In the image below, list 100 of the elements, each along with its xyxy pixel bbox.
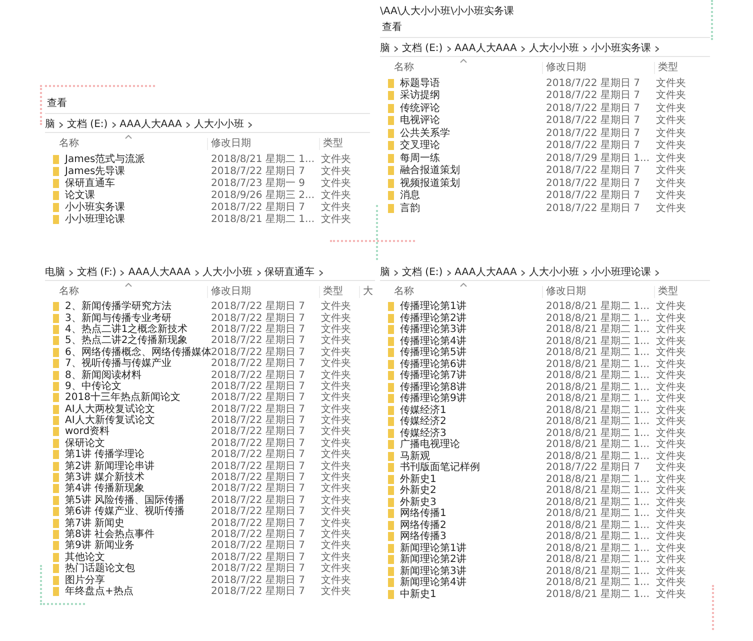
file-name[interactable]: 传播理论第4讲 [400, 336, 466, 347]
file-name[interactable]: 6、网络传播概念、网络传播媒体 [65, 346, 212, 358]
file-name[interactable]: 交叉理论 [400, 140, 440, 152]
breadcrumb-item[interactable]: AAA人大AAA [120, 118, 182, 130]
column-header[interactable]: 大 [359, 286, 373, 298]
file-name[interactable]: 热门话题论文包 [65, 563, 135, 574]
file-name[interactable]: 网络传播3 [400, 531, 446, 542]
file-name[interactable]: 广播电视理论 [400, 439, 460, 450]
file-name[interactable]: 第5讲 风险传播、国际传播 [65, 494, 185, 506]
column-header[interactable]: 名称 [45, 286, 207, 298]
file-name[interactable]: 网络传播2 [400, 520, 446, 531]
breadcrumb-item[interactable]: 保研直通车 [264, 266, 314, 278]
file-name[interactable]: 传播理论第7讲 [400, 370, 466, 382]
file-name[interactable]: 第9讲 新闻业务 [65, 540, 135, 552]
file-name[interactable]: 新闻理论第1讲 [400, 542, 466, 554]
file-name[interactable]: 传播理论第5讲 [400, 347, 466, 358]
file-name[interactable]: 第7讲 新闻史 [65, 518, 125, 529]
file-name[interactable]: 新闻理论第4讲 [400, 577, 466, 588]
file-name[interactable]: 第8讲 社会热点事件 [65, 529, 155, 540]
file-name[interactable]: 2018十三年热点新闻论文 [65, 392, 180, 404]
column-header[interactable]: 修改日期 [207, 286, 319, 298]
menu-item[interactable]: 查看 [382, 22, 402, 34]
file-name[interactable]: 9、中传论文 [65, 380, 122, 392]
column-header[interactable]: 类型 [654, 62, 694, 74]
file-name[interactable]: 外新史1 [400, 474, 436, 485]
column-header[interactable]: 类型 [319, 138, 359, 150]
file-name[interactable]: word资料 [65, 426, 110, 438]
column-header[interactable]: 名称 [45, 138, 207, 150]
file-name[interactable]: 传播理论第1讲 [400, 301, 466, 312]
file-name[interactable]: 视频报道策划 [400, 178, 460, 189]
menu-item[interactable]: 查看 [47, 98, 67, 110]
column-header[interactable]: 类型 [654, 286, 694, 298]
file-name[interactable]: 传播理论第2讲 [400, 312, 466, 324]
breadcrumb-item[interactable]: 文档 (E:) [402, 42, 443, 54]
file-name[interactable]: 7、视听传播与传媒产业 [65, 358, 172, 370]
breadcrumb-item[interactable]: AAA人大AAA [454, 266, 517, 278]
file-name[interactable]: 传播理论第3讲 [400, 324, 466, 336]
file-name[interactable]: 年终盘点+热点 [65, 586, 134, 597]
breadcrumb-item[interactable]: AAA人大AAA [454, 42, 517, 54]
file-name[interactable]: 第2讲 新闻理论串讲 [65, 460, 155, 472]
breadcrumb-item[interactable]: 电脑 [45, 266, 65, 278]
breadcrumb-item[interactable]: AAA人大AAA [128, 266, 190, 278]
file-name[interactable]: 小小班理论课 [65, 214, 125, 224]
file-name[interactable]: 传媒经济2 [400, 416, 446, 428]
file-name[interactable]: 公共关系学 [400, 128, 450, 139]
file-name[interactable]: 外新史2 [400, 485, 436, 496]
file-name[interactable]: 第4讲 传播新现象 [65, 483, 145, 494]
breadcrumb-item[interactable]: 脑 [380, 42, 390, 54]
file-name[interactable]: 传媒经济1 [400, 404, 446, 416]
breadcrumb-item[interactable]: 小小班理论课 [590, 266, 651, 278]
file-name[interactable]: 8、新闻阅读材料 [65, 370, 142, 381]
file-name[interactable]: 外新史3 [400, 496, 436, 508]
column-header[interactable]: 类型 [319, 286, 359, 298]
file-name[interactable]: AI人大两校复试论文 [65, 404, 155, 415]
file-name[interactable]: 传媒经济3 [400, 428, 446, 439]
file-name[interactable]: 3、新闻与传播专业考研 [65, 312, 172, 324]
breadcrumb-item[interactable]: 文档 (F:) [77, 266, 116, 278]
file-name[interactable]: 消息 [400, 190, 420, 202]
file-name[interactable]: James先导课 [65, 166, 126, 176]
column-header[interactable]: 修改日期 [542, 62, 654, 74]
breadcrumb-item[interactable]: 脑 [45, 118, 55, 130]
column-header[interactable]: 名称 [380, 286, 542, 298]
file-name[interactable]: 4、热点二讲1之概念新技术 [65, 324, 188, 335]
file-name[interactable]: 每周一练 [400, 152, 440, 164]
file-name[interactable]: 传播理论第9讲 [400, 393, 466, 404]
file-name[interactable]: 第6讲 传媒产业、视听传播 [65, 506, 185, 518]
file-name[interactable]: 电视评论 [400, 115, 440, 126]
file-name[interactable]: 融合报道策划 [400, 165, 460, 176]
breadcrumb-item[interactable]: 文档 (E:) [67, 118, 108, 130]
breadcrumb-item[interactable]: 小小班实务课 [590, 42, 651, 54]
file-name[interactable]: 2、新闻传播学研究方法 [65, 301, 172, 312]
file-name[interactable]: 中新史1 [400, 588, 436, 600]
file-name[interactable]: James范式与流派 [65, 154, 146, 164]
file-name[interactable]: 传统评论 [400, 102, 440, 114]
file-name[interactable]: 论文课 [65, 190, 95, 200]
file-name[interactable]: 保研论文 [65, 438, 105, 449]
file-name[interactable]: 保研直通车 [65, 178, 115, 188]
file-name[interactable]: 新闻理论第2讲 [400, 554, 466, 566]
breadcrumb-item[interactable]: 人大小小班 [194, 118, 244, 130]
breadcrumb-item[interactable]: 脑 [380, 266, 390, 278]
breadcrumb-item[interactable]: 人大小小班 [528, 266, 579, 278]
file-name[interactable]: 标题导语 [400, 78, 440, 89]
file-name[interactable]: 第3讲 媒介新技术 [65, 472, 145, 484]
file-name[interactable]: 言韵 [400, 202, 420, 214]
file-name[interactable]: 书刊版面笔记样例 [400, 462, 480, 474]
column-header[interactable]: 修改日期 [542, 286, 654, 298]
file-name[interactable]: 新闻理论第3讲 [400, 566, 466, 577]
file-name[interactable]: 第1讲 传播学理论 [65, 449, 145, 460]
breadcrumb-item[interactable]: 人大小小班 [528, 42, 579, 54]
breadcrumb-item[interactable]: 人大小小班 [202, 266, 252, 278]
column-header[interactable]: 修改日期 [207, 138, 319, 150]
file-name[interactable]: 传播理论第8讲 [400, 382, 466, 393]
file-name[interactable]: 小小班实务课 [65, 202, 125, 212]
file-name[interactable]: 传播理论第6讲 [400, 358, 466, 370]
breadcrumb-item[interactable]: 文档 (E:) [402, 266, 443, 278]
column-header[interactable]: 名称 [380, 62, 542, 74]
file-name[interactable]: 网络传播1 [400, 508, 446, 520]
file-name[interactable]: 其他论文 [65, 552, 105, 563]
file-name[interactable]: 5、热点二讲2之传播新现象 [65, 335, 188, 346]
file-name[interactable]: 图片分享 [65, 574, 105, 586]
